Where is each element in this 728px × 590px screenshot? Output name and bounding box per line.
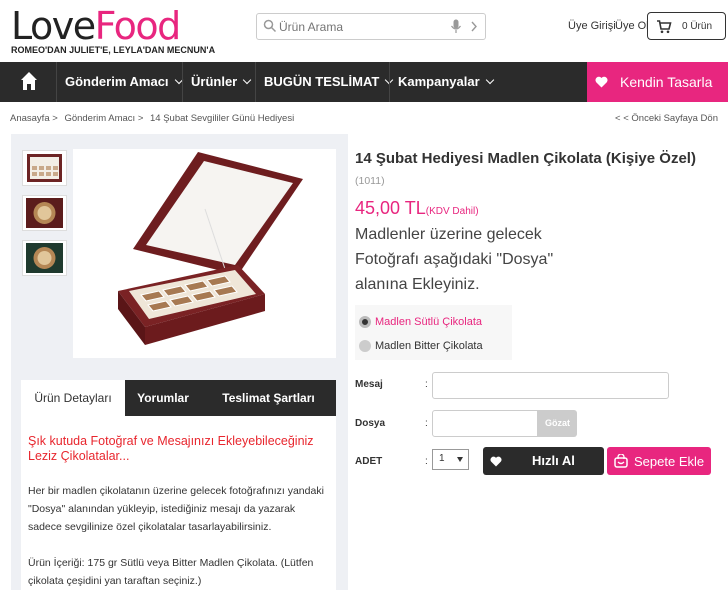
tab-product-details[interactable]: Ürün Detayları (21, 380, 125, 416)
register-link[interactable]: Üye Ol (615, 20, 649, 32)
breadcrumb-home[interactable]: Anasayfa > (10, 113, 58, 124)
desc-line-1: Madlenler üzerine gelecek (355, 226, 542, 243)
logo[interactable]: LoveFood ROMEO'DAN JULIET'E, LEYLA'DAN M… (11, 6, 215, 55)
logo-tagline: ROMEO'DAN JULIET'E, LEYLA'DAN MECNUN'A (11, 45, 216, 55)
qty-colon: : (425, 456, 428, 467)
tab-delivery-terms[interactable]: Teslimat Şartları (201, 380, 336, 416)
breadcrumb-current[interactable]: 14 Şubat Sevgililer Günü Hediyesi (150, 113, 294, 124)
thumbnail-2[interactable] (22, 195, 67, 231)
home-button[interactable] (0, 62, 56, 102)
search-icon[interactable] (263, 19, 277, 33)
thumbnail-1[interactable] (22, 150, 67, 186)
file-input[interactable] (432, 410, 538, 437)
product-title: 14 Şubat Hediyesi Madlen Çikolata (Kişiy… (355, 150, 696, 167)
radio-selected[interactable] (359, 316, 371, 328)
nav-item-products-label: Ürünler (191, 74, 238, 89)
desc-line-2: Fotoğrafı aşağıdaki "Dosya" (355, 251, 554, 268)
mic-icon[interactable] (450, 19, 462, 34)
product-tabs: Ürün Detayları Yorumlar Teslimat Şartlar… (21, 380, 336, 416)
cart-button[interactable]: 0 Ürün (647, 12, 726, 40)
price-value: 45,00 TL (355, 198, 426, 218)
product-price: 45,00 TL(KDV Dahil) (355, 198, 479, 219)
file-colon: : (425, 418, 428, 429)
search-input[interactable] (279, 18, 439, 36)
cart-count: 0 Ürün (682, 21, 713, 32)
add-to-cart-label: Sepete Ekle (634, 454, 705, 469)
chevron-down-icon (242, 75, 252, 85)
quantity-select[interactable]: 1 (432, 449, 469, 470)
details-paragraph-2: Ürün İçeriği: 175 gr Sütlü veya Bitter M… (28, 557, 314, 587)
price-note: (KDV Dahil) (425, 206, 479, 217)
quick-buy-button[interactable]: Hızlı Al (483, 447, 604, 475)
qty-value: 1 (439, 453, 445, 464)
add-to-cart-button[interactable]: Sepete Ekle (607, 447, 711, 475)
nav-item-purpose[interactable]: Gönderim Amacı (65, 62, 183, 102)
qty-label: ADET (355, 456, 383, 467)
search-box (256, 13, 486, 40)
nav-item-campaigns-label: Kampanyalar (398, 74, 480, 89)
nav-item-campaigns[interactable]: Kampanyalar (398, 62, 494, 102)
back-link[interactable]: < < Önceki Sayfaya Dön (615, 113, 718, 124)
quick-buy-label: Hızlı Al (532, 453, 575, 468)
nav-item-today-delivery[interactable]: BUGÜN TESLİMAT (264, 62, 394, 102)
message-label: Mesaj (355, 379, 383, 390)
tab-comments[interactable]: Yorumlar (125, 380, 201, 416)
chevron-down-icon (457, 457, 463, 462)
home-icon (21, 72, 37, 90)
browse-button[interactable]: Gözat (538, 410, 577, 437)
login-link[interactable]: Üye Girişi (568, 20, 616, 32)
logo-food: Food (94, 4, 182, 48)
logo-love: Love (11, 4, 96, 48)
nav-item-products[interactable]: Ürünler (191, 62, 252, 102)
heart-icon (490, 456, 502, 467)
message-colon: : (425, 379, 428, 390)
basket-icon (614, 454, 628, 468)
heart-icon (595, 76, 608, 88)
radio-unselected[interactable] (359, 340, 371, 352)
product-image[interactable] (73, 149, 336, 358)
design-label: Kendin Tasarla (620, 74, 713, 90)
message-input[interactable] (432, 372, 669, 399)
breadcrumb-purpose[interactable]: Gönderim Amacı > (64, 113, 143, 124)
option-milk-label: Madlen Sütlü Çikolata (375, 316, 483, 328)
cart-icon (657, 20, 672, 34)
desc-line-3: alanına Ekleyiniz. (355, 276, 480, 293)
details-paragraph-1: Her bir madlen çikolatanın üzerine gelec… (28, 485, 324, 533)
thumbnail-3[interactable] (22, 240, 67, 276)
arrow-right-icon[interactable] (469, 19, 479, 34)
design-yourself-button[interactable]: Kendin Tasarla (587, 62, 728, 102)
product-description: Madlenler üzerine gelecek Fotoğrafı aşağ… (355, 222, 595, 297)
chocolate-options: Madlen Sütlü Çikolata Madlen Bitter Çiko… (355, 305, 512, 360)
nav-item-purpose-label: Gönderim Amacı (65, 74, 169, 89)
tab-content: Şık kutuda Fotoğraf ve Mesajınızı Ekleye… (21, 416, 336, 590)
details-headline: Şık kutuda Fotoğraf ve Mesajınızı Ekleye… (28, 434, 314, 463)
nav-item-today-label: BUGÜN TESLİMAT (264, 74, 380, 89)
product-code: (1011) (355, 175, 385, 187)
chevron-down-icon (485, 75, 494, 85)
header: LoveFood ROMEO'DAN JULIET'E, LEYLA'DAN M… (0, 0, 728, 62)
file-label: Dosya (355, 418, 386, 429)
breadcrumb: Anasayfa > Gönderim Amacı > 14 Şubat Sev… (10, 113, 298, 124)
option-bitter-label: Madlen Bitter Çikolata (375, 340, 483, 352)
